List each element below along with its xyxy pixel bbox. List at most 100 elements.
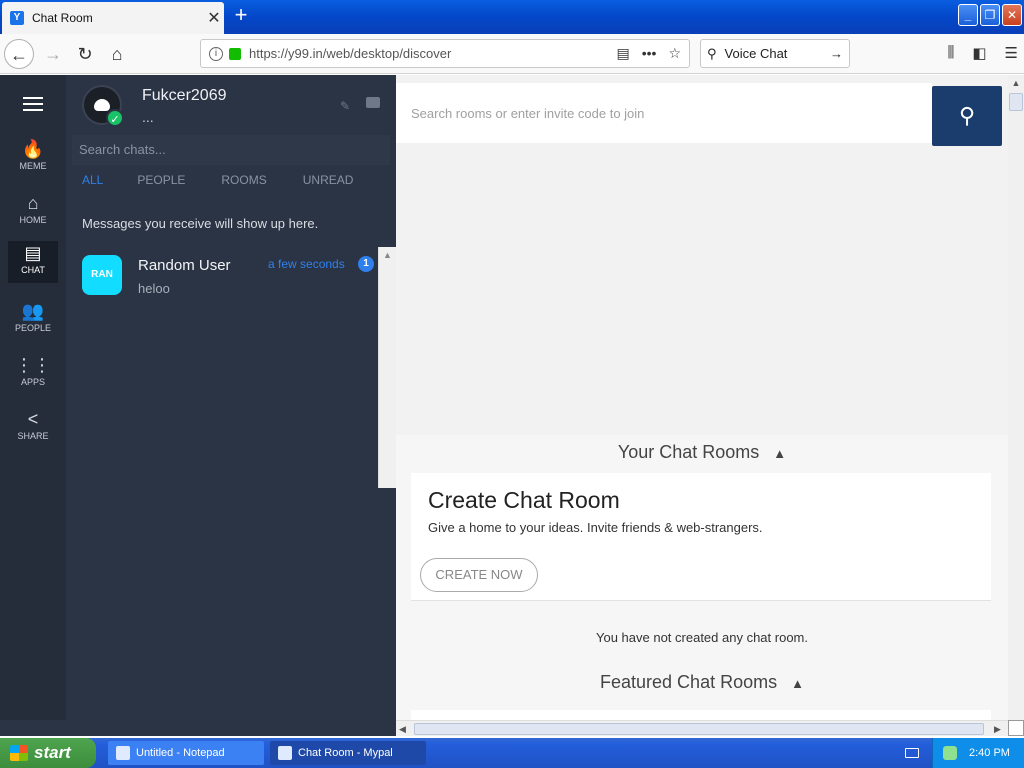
- search-icon: ⚲: [958, 103, 976, 128]
- clock[interactable]: 2:40 PM: [969, 747, 1010, 759]
- hamburger-menu-icon[interactable]: [23, 97, 43, 111]
- tab-unread[interactable]: UNREAD: [303, 173, 354, 187]
- card-subtitle: Give a home to your ideas. Invite friend…: [428, 520, 763, 535]
- your-chat-rooms-section: Your Chat Rooms ▲ Create Chat Room Give a…: [396, 435, 1008, 730]
- search-icon: ⚲: [707, 45, 717, 61]
- section-title-text: Your Chat Rooms: [617, 442, 760, 462]
- web-search-value[interactable]: Voice Chat: [725, 46, 822, 61]
- network-icon[interactable]: [943, 746, 957, 760]
- rail-item-meme[interactable]: 🔥 MEME: [0, 137, 66, 183]
- share-icon: <: [27, 409, 39, 429]
- web-app: 🔥 MEME ⌂ HOME ▤ CHAT 👥 PEOPLE ⋮⋮ APPS < …: [0, 75, 1008, 730]
- scroll-thumb[interactable]: [1009, 93, 1023, 111]
- browser-tools: ⫼ ◧ ☰: [947, 44, 1018, 62]
- tab-people[interactable]: PEOPLE: [137, 173, 185, 187]
- rail-item-apps[interactable]: ⋮⋮ APPS: [0, 353, 66, 399]
- back-button[interactable]: ←: [4, 39, 34, 69]
- message-icon[interactable]: [366, 97, 380, 108]
- scroll-thumb[interactable]: [414, 723, 984, 735]
- browser-toolbar: ← → ↻ ⌂ i https://y99.in/web/desktop/dis…: [0, 34, 1024, 74]
- taskbar-item-notepad[interactable]: Untitled - Notepad: [108, 741, 264, 765]
- home-button[interactable]: ⌂: [102, 39, 132, 69]
- featured-title-text: Featured Chat Rooms: [600, 672, 778, 692]
- info-icon[interactable]: i: [209, 46, 223, 61]
- tab-rooms[interactable]: ROOMS: [221, 173, 266, 187]
- featured-title[interactable]: Featured Chat Rooms ▲: [396, 672, 1008, 693]
- window-titlebar: Y Chat Room ✕ + _ ❐ ✕: [0, 0, 1024, 34]
- list-item[interactable]: RAN Random User heloo a few seconds 1: [82, 255, 378, 299]
- browser-tab[interactable]: Y Chat Room ✕: [2, 2, 224, 34]
- windows-logo-icon: [10, 745, 28, 761]
- window-controls: _ ❐ ✕: [958, 4, 1022, 26]
- search-go-icon[interactable]: →: [830, 46, 843, 61]
- status-text[interactable]: ...: [142, 109, 154, 125]
- taskbar-item-browser[interactable]: Chat Room - Mypal: [270, 741, 426, 765]
- rail-item-people[interactable]: 👥 PEOPLE: [0, 299, 66, 345]
- chat-time: a few seconds: [268, 257, 345, 271]
- tab-title: Chat Room: [32, 11, 93, 25]
- new-tab-button[interactable]: +: [230, 4, 252, 26]
- restore-button[interactable]: ❐: [980, 4, 1000, 26]
- chat-name: Random User: [138, 257, 231, 274]
- chat-panel: ✓ Fukcer2069 ... ✎ ALL PEOPLE ROOMS UNRE…: [66, 75, 396, 720]
- task-label: Untitled - Notepad: [136, 747, 225, 759]
- address-bar[interactable]: i https://y99.in/web/desktop/discover ▤ …: [200, 39, 690, 68]
- library-icon[interactable]: ⫼: [947, 44, 954, 62]
- forward-button[interactable]: →: [38, 39, 68, 69]
- scroll-left-icon[interactable]: ◀: [399, 721, 406, 737]
- chat-search-input[interactable]: [72, 135, 390, 165]
- chat-bubbles-icon: ▤: [24, 243, 42, 263]
- horizontal-scrollbar[interactable]: ◀ ▶: [396, 720, 1008, 736]
- tab-all[interactable]: ALL: [82, 173, 103, 187]
- rail-item-label: CHAT: [21, 265, 45, 275]
- room-search-input[interactable]: [396, 83, 932, 143]
- rail-item-chat[interactable]: ▤ CHAT: [8, 241, 58, 283]
- close-window-button[interactable]: ✕: [1002, 4, 1022, 26]
- menu-icon[interactable]: ☰: [1005, 44, 1018, 62]
- create-room-card: Create Chat Room Give a home to your ide…: [411, 473, 991, 601]
- system-tray: 2:40 PM: [932, 738, 1024, 768]
- chat-list-scrollbar[interactable]: ▲: [378, 247, 396, 488]
- chat-preview: heloo: [138, 281, 170, 296]
- rail-item-label: PEOPLE: [14, 323, 52, 333]
- section-title[interactable]: Your Chat Rooms ▲: [396, 442, 1008, 463]
- scroll-up-icon[interactable]: ▲: [1008, 75, 1024, 92]
- start-button[interactable]: start: [0, 738, 96, 768]
- room-search-box: [396, 83, 932, 143]
- edit-pencil-icon[interactable]: ✎: [340, 99, 350, 113]
- taskbar: start Untitled - Notepad Chat Room - Myp…: [0, 738, 1024, 768]
- page-scrollbar[interactable]: ▲: [1008, 75, 1024, 720]
- browser-icon: [278, 746, 292, 760]
- sidebar-icon[interactable]: ◧: [972, 44, 986, 62]
- rail-item-share[interactable]: < SHARE: [0, 407, 66, 453]
- page-actions-icon[interactable]: •••: [642, 45, 657, 62]
- people-icon: 👥: [21, 301, 45, 321]
- reader-view-icon[interactable]: ▤: [616, 45, 629, 62]
- reload-button[interactable]: ↻: [70, 39, 100, 69]
- chevron-up-icon[interactable]: ▲: [773, 446, 786, 461]
- lock-icon: [229, 47, 241, 60]
- scroll-right-icon[interactable]: ▶: [994, 721, 1001, 737]
- rail-item-home[interactable]: ⌂ HOME: [0, 191, 66, 237]
- room-search-button[interactable]: ⚲: [932, 86, 1002, 146]
- rail-item-label: APPS: [20, 377, 45, 387]
- no-rooms-text: You have not created any chat room.: [596, 630, 808, 645]
- scroll-up-icon[interactable]: ▲: [379, 247, 396, 264]
- panel-bottom: [0, 720, 396, 736]
- task-label: Chat Room - Mypal: [298, 747, 393, 759]
- web-search-box[interactable]: ⚲ Voice Chat →: [700, 39, 850, 68]
- home-icon: ⌂: [27, 193, 39, 213]
- create-now-button[interactable]: CREATE NOW: [420, 558, 538, 592]
- url-text[interactable]: https://y99.in/web/desktop/discover: [249, 46, 616, 61]
- keyboard-icon[interactable]: [905, 748, 919, 758]
- bookmark-star-icon[interactable]: ☆: [668, 45, 681, 62]
- minimize-button[interactable]: _: [958, 4, 978, 26]
- tab-close-icon[interactable]: ✕: [204, 8, 224, 28]
- online-check-icon: ✓: [106, 109, 124, 127]
- username: Fukcer2069: [142, 87, 227, 104]
- notepad-icon: [116, 746, 130, 760]
- chevron-up-icon[interactable]: ▲: [791, 676, 804, 691]
- discover-main: ⚲ Your Chat Rooms ▲ Create Chat Room Give…: [396, 75, 1008, 730]
- icon-rail: 🔥 MEME ⌂ HOME ▤ CHAT 👥 PEOPLE ⋮⋮ APPS < …: [0, 75, 66, 720]
- card-title: Create Chat Room: [428, 487, 620, 513]
